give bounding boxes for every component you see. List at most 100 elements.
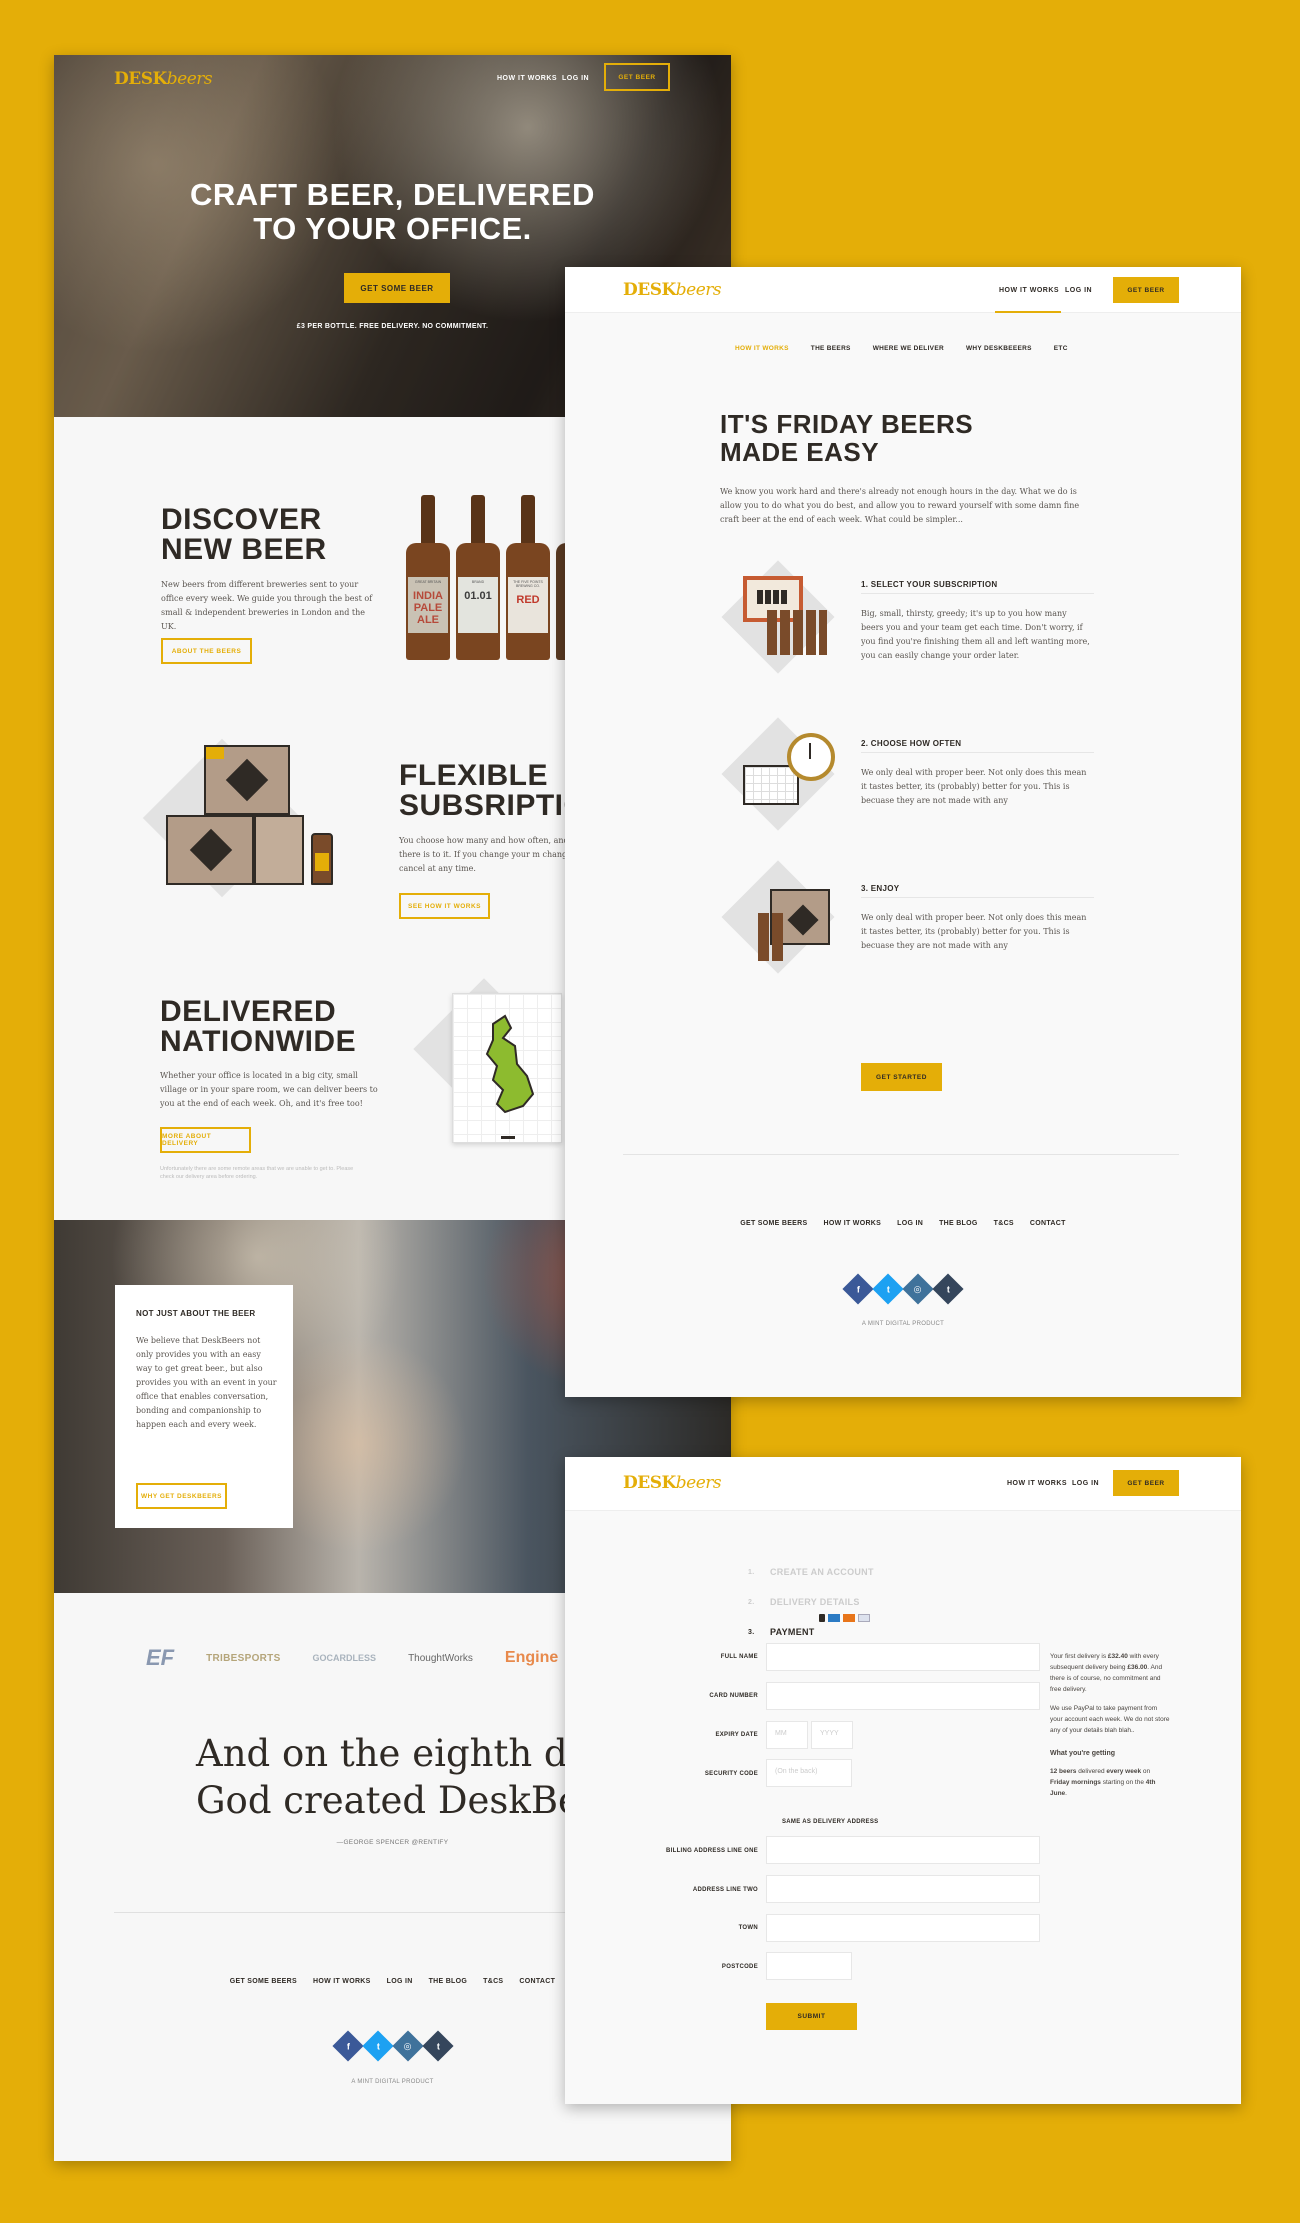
footer-link[interactable]: THE BLOG <box>429 1978 468 1985</box>
step-number: 3. <box>748 1628 755 1636</box>
more-about-delivery-button[interactable]: MORE ABOUT DELIVERY <box>160 1127 251 1153</box>
footer-link[interactable]: T&CS <box>994 1220 1014 1227</box>
nav-get-beer-button[interactable]: GET BEER <box>1113 1470 1179 1496</box>
footer-link[interactable]: LOG IN <box>897 1220 923 1227</box>
why-get-deskbeers-button[interactable]: WHY GET DESKBEERS <box>136 1483 227 1509</box>
step3-divider <box>861 897 1094 898</box>
how-title: IT'S FRIDAY BEERS MADE EASY <box>720 409 974 467</box>
about-beers-button[interactable]: ABOUT THE BEERS <box>161 638 252 664</box>
bottle-neck <box>421 495 435 545</box>
beer-bottle: GREAT BRITAIN INDIA PALE ALE <box>406 495 450 660</box>
footer-credit: A MINT DIGITAL PRODUCT <box>861 1321 945 1327</box>
nav-get-beer-button[interactable]: GET BEER <box>1113 277 1179 303</box>
footer-link[interactable]: LOG IN <box>387 1978 413 1985</box>
logo[interactable]: DESKbeers <box>114 69 213 89</box>
card-number-input[interactable] <box>766 1682 1040 1710</box>
nav-login[interactable]: LOG IN <box>562 75 589 82</box>
facebook-icon[interactable]: f <box>331 2030 364 2062</box>
tab-0[interactable]: HOW IT WORKS <box>735 345 789 352</box>
footer-link[interactable]: CONTACT <box>519 1978 555 1985</box>
get-started-button[interactable]: GET STARTED <box>861 1063 942 1091</box>
footer-link[interactable]: HOW IT WORKS <box>313 1978 371 1985</box>
bottle-label-text: INDIA PALE ALE <box>413 590 443 626</box>
box-bottom-right <box>254 815 304 885</box>
client-logo: EF <box>146 1645 175 1670</box>
step1-body: Big, small, thirsty, greedy; it's up to … <box>861 609 1090 660</box>
nav-get-beer-button[interactable]: GET BEER <box>604 63 670 91</box>
billing-line1-input[interactable] <box>766 1836 1040 1864</box>
bottle-label-text: RED <box>516 594 540 606</box>
map-card <box>452 993 562 1143</box>
bottle-label: GREAT BRITAIN INDIA PALE ALE <box>408 577 448 633</box>
bottle-label: THE FIVE POINTS BREWING CO. RED <box>508 577 548 633</box>
mastercard-icon <box>843 1614 855 1622</box>
card-number-label: CARD NUMBER <box>709 1693 758 1699</box>
about-box: NOT JUST ABOUT THE BEER We believe that … <box>115 1285 293 1528</box>
flexible-title: FLEXIBLE SUBSRIPTIO <box>399 759 588 822</box>
tab-3[interactable]: WHY DESKBEEERS <box>966 345 1032 352</box>
tab-1[interactable]: THE BEERS <box>811 345 851 352</box>
full-name-input[interactable] <box>766 1643 1040 1671</box>
nav-how-it-works[interactable]: HOW IT WORKS <box>1007 1480 1067 1487</box>
tumblr-icon[interactable]: t <box>421 2030 454 2062</box>
client-logo: Engine <box>504 1649 559 1666</box>
how-footer-divider <box>623 1154 1179 1155</box>
amex-icon <box>828 1614 840 1622</box>
expiry-label: EXPIRY DATE <box>715 1732 758 1738</box>
twitter-icon[interactable]: t <box>872 1273 904 1305</box>
bottle-neck <box>521 495 535 545</box>
nav-login[interactable]: LOG IN <box>1065 287 1092 294</box>
clock-icon <box>787 733 835 781</box>
step-number: 1. <box>748 1568 755 1576</box>
footer-link[interactable]: CONTACT <box>1030 1220 1066 1227</box>
expiry-year-input[interactable]: YYYY <box>811 1721 853 1749</box>
footer-link[interactable]: THE BLOG <box>939 1220 978 1227</box>
footer-link[interactable]: GET SOME BEERS <box>740 1220 807 1227</box>
step-label: CREATE AN ACCOUNT <box>770 1567 874 1577</box>
checkout-header: DESKbeers HOW IT WORKS LOG IN GET BEER <box>565 1457 1241 1511</box>
same-as-delivery-label[interactable]: SAME AS DELIVERY ADDRESS <box>782 1819 878 1825</box>
tab-2[interactable]: WHERE WE DELIVER <box>873 345 944 352</box>
step1-divider <box>861 593 1094 594</box>
twitter-icon[interactable]: t <box>361 2030 394 2062</box>
footer-link[interactable]: HOW IT WORKS <box>823 1220 881 1227</box>
nav-how-it-works[interactable]: HOW IT WORKS <box>497 75 557 82</box>
security-code-input[interactable]: (On the back) <box>766 1759 852 1787</box>
lock-icon <box>819 1614 825 1622</box>
step2-body: We only deal with proper beer. Not only … <box>861 768 1087 805</box>
nav-how-it-works[interactable]: HOW IT WORKS <box>999 287 1059 294</box>
nav-login[interactable]: LOG IN <box>1072 1480 1099 1487</box>
instagram-icon[interactable]: ◎ <box>902 1273 934 1305</box>
instagram-icon[interactable]: ◎ <box>391 2030 424 2062</box>
how-header: DESKbeers HOW IT WORKS LOG IN GET BEER <box>565 267 1241 313</box>
tab-4[interactable]: ETC <box>1054 345 1068 352</box>
logo[interactable]: DESKbeers <box>623 280 722 300</box>
footer-link[interactable]: GET SOME BEERS <box>230 1978 297 1985</box>
how-intro: We know you work hard and there's alread… <box>720 487 1080 524</box>
how-it-works-page: DESKbeers HOW IT WORKS LOG IN GET BEER H… <box>565 267 1241 1397</box>
tumblr-icon[interactable]: t <box>932 1273 964 1305</box>
hero-title-line1: CRAFT BEER, DELIVERED <box>190 177 595 212</box>
footer-links: GET SOME BEERS HOW IT WORKS LOG IN THE BLOG… <box>565 1220 1241 1227</box>
visa-icon <box>858 1614 870 1622</box>
step-label: DELIVERY DETAILS <box>770 1597 860 1607</box>
step-label: PAYMENT <box>770 1627 815 1637</box>
hero-get-beer-button[interactable]: GET SOME BEER <box>344 273 450 303</box>
facebook-icon[interactable]: f <box>842 1273 874 1305</box>
expiry-month-input[interactable]: MM <box>766 1721 808 1749</box>
box-bottom-left <box>166 815 254 885</box>
checkout-steps: 1. CREATE AN ACCOUNT 2. DELIVERY DETAILS 3. P… <box>748 1557 874 1647</box>
town-label: TOWN <box>738 1925 758 1931</box>
town-input[interactable] <box>766 1914 1040 1942</box>
discover-title: DISCOVER NEW BEER <box>161 503 327 566</box>
postcode-input[interactable] <box>766 1952 852 1980</box>
boxes-illustration <box>166 745 336 895</box>
bottle-label: BRAND 01.01 <box>458 577 498 633</box>
logo[interactable]: DESKbeers <box>623 1473 722 1493</box>
address-line2-input[interactable] <box>766 1875 1040 1903</box>
see-how-it-works-button[interactable]: SEE HOW IT WORKS <box>399 893 490 919</box>
hero-title-line2: TO YOUR OFFICE. <box>253 211 532 246</box>
summary-getting: 12 beers delivered every week on Friday … <box>1050 1768 1156 1797</box>
submit-button[interactable]: SUBMIT <box>766 2003 857 2030</box>
footer-link[interactable]: T&CS <box>483 1978 503 1985</box>
